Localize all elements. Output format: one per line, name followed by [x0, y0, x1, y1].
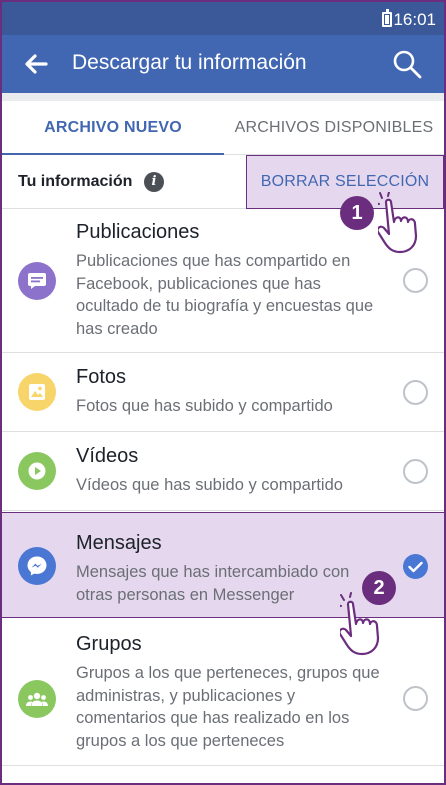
item-checkbox[interactable]: [403, 268, 428, 293]
phone-screen: 16:01 Descargar tu información ARCHIVO N…: [0, 0, 446, 785]
divider: [2, 93, 444, 101]
status-bar: 16:01: [2, 2, 444, 35]
item-title: Publicaciones: [76, 221, 200, 243]
item-checkbox[interactable]: [403, 380, 428, 405]
tap-hand-icon: [340, 592, 380, 656]
page-title: Descargar tu información: [72, 51, 307, 74]
photos-icon: [18, 373, 56, 411]
battery-icon: [382, 9, 392, 27]
tap-hand-icon: [378, 192, 418, 254]
item-title: Mensajes: [76, 532, 162, 554]
app-bar: Descargar tu información: [2, 35, 444, 93]
item-description: Vídeos que has subido y compartido: [76, 476, 343, 494]
item-description: Mensajes que has intercambiado con otras…: [76, 563, 350, 604]
tab-bar: ARCHIVO NUEVO ARCHIVOS DISPONIBLES: [2, 101, 444, 156]
item-description: Grupos a los que perteneces, grupos que …: [76, 664, 380, 750]
item-checkbox[interactable]: [403, 686, 428, 711]
step-badge-1: 1: [340, 196, 374, 230]
posts-icon: [18, 262, 56, 300]
item-title: Vídeos: [76, 445, 139, 467]
item-title: Fotos: [76, 366, 127, 388]
item-description: Fotos que has subido y compartido: [76, 397, 333, 415]
list-item-videos[interactable]: Vídeos Vídeos que has subido y compartid…: [2, 432, 444, 511]
status-time: 16:01: [393, 10, 436, 29]
messenger-icon: [18, 547, 56, 585]
videos-icon: [18, 452, 56, 490]
tab-archivo-nuevo[interactable]: ARCHIVO NUEVO: [2, 101, 224, 156]
groups-icon: [18, 680, 56, 718]
search-icon[interactable]: [392, 49, 422, 79]
item-checkbox[interactable]: [403, 459, 428, 484]
arrow-left-icon[interactable]: [22, 50, 50, 78]
item-checkbox-checked[interactable]: [403, 554, 428, 579]
tab-archivos-disponibles[interactable]: ARCHIVOS DISPONIBLES: [224, 101, 444, 155]
check-icon: [408, 561, 423, 572]
list-item-fotos[interactable]: Fotos Fotos que has subido y compartido: [2, 353, 444, 432]
item-title: Grupos: [76, 633, 142, 655]
item-description: Publicaciones que has compartido en Face…: [76, 252, 374, 338]
section-label: Tu información: [18, 173, 133, 190]
info-icon[interactable]: i: [144, 172, 164, 192]
